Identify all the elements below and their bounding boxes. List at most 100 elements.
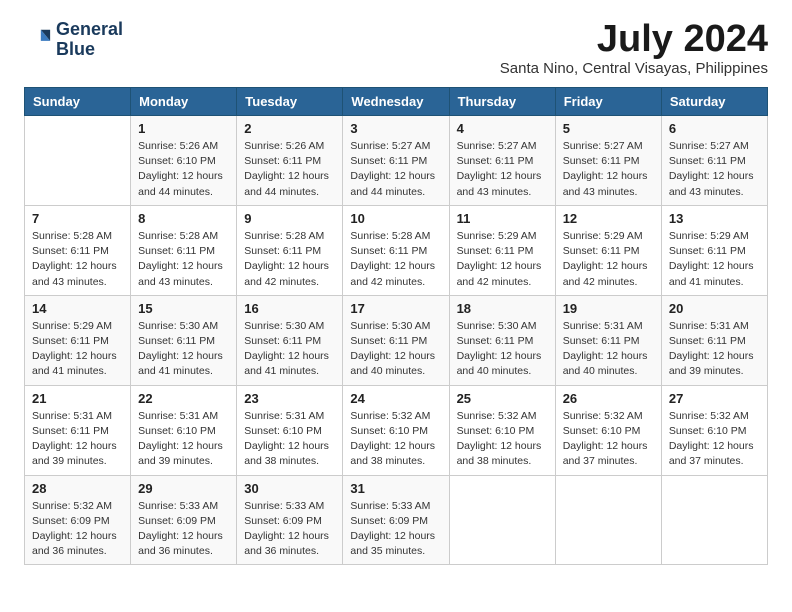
day-info: Sunrise: 5:32 AMSunset: 6:10 PMDaylight:… xyxy=(457,409,548,470)
calendar-cell: 23Sunrise: 5:31 AMSunset: 6:10 PMDayligh… xyxy=(237,385,343,475)
day-number: 6 xyxy=(669,121,760,136)
day-info: Sunrise: 5:32 AMSunset: 6:09 PMDaylight:… xyxy=(32,499,123,560)
day-number: 24 xyxy=(350,391,441,406)
day-number: 28 xyxy=(32,481,123,496)
day-number: 18 xyxy=(457,301,548,316)
calendar-cell: 15Sunrise: 5:30 AMSunset: 6:11 PMDayligh… xyxy=(131,295,237,385)
calendar-cell: 17 Sunrise: 5:30 AMSunset: 6:11 PMDayligh… xyxy=(343,295,449,385)
day-number: 14 xyxy=(32,301,123,316)
day-info: Sunrise: 5:27 AMSunset: 6:11 PMDaylight:… xyxy=(350,139,441,200)
day-info: Sunrise: 5:26 AMSunset: 6:11 PMDaylight:… xyxy=(244,139,335,200)
calendar-cell: 26Sunrise: 5:32 AMSunset: 6:10 PMDayligh… xyxy=(555,385,661,475)
day-info: Sunrise: 5:31 AMSunset: 6:11 PMDaylight:… xyxy=(563,319,654,380)
calendar-cell: 25 Sunrise: 5:32 AMSunset: 6:10 PMDayligh… xyxy=(449,385,555,475)
calendar-cell: 30 Sunrise: 5:33 AMSunset: 6:09 PMDayligh… xyxy=(237,475,343,565)
calendar-week-4: 21Sunrise: 5:31 AMSunset: 6:11 PMDayligh… xyxy=(25,385,768,475)
day-info: Sunrise: 5:27 AMSunset: 6:11 PMDaylight:… xyxy=(563,139,654,200)
calendar-cell: 12 Sunrise: 5:29 AMSunset: 6:11 PMDayligh… xyxy=(555,205,661,295)
day-number: 20 xyxy=(669,301,760,316)
day-info: Sunrise: 5:29 AMSunset: 6:11 PMDaylight:… xyxy=(32,319,123,380)
calendar-week-2: 7 Sunrise: 5:28 AMSunset: 6:11 PMDaylight… xyxy=(25,205,768,295)
day-number: 27 xyxy=(669,391,760,406)
calendar-week-3: 14 Sunrise: 5:29 AMSunset: 6:11 PMDayligh… xyxy=(25,295,768,385)
day-info: Sunrise: 5:27 AMSunset: 6:11 PMDaylight:… xyxy=(669,139,760,200)
day-number: 26 xyxy=(563,391,654,406)
calendar-week-1: 1 Sunrise: 5:26 AMSunset: 6:10 PMDaylight… xyxy=(25,116,768,206)
day-number: 12 xyxy=(563,211,654,226)
calendar-cell: 11 Sunrise: 5:29 AMSunset: 6:11 PMDayligh… xyxy=(449,205,555,295)
day-info: Sunrise: 5:27 AMSunset: 6:11 PMDaylight:… xyxy=(457,139,548,200)
day-info: Sunrise: 5:28 AMSunset: 6:11 PMDaylight:… xyxy=(32,229,123,290)
day-info: Sunrise: 5:33 AMSunset: 6:09 PMDaylight:… xyxy=(350,499,441,560)
month-title: July 2024 xyxy=(500,20,768,58)
calendar-cell: 19 Sunrise: 5:31 AMSunset: 6:11 PMDayligh… xyxy=(555,295,661,385)
calendar-cell: 1 Sunrise: 5:26 AMSunset: 6:10 PMDaylight… xyxy=(131,116,237,206)
header-day-tuesday: Tuesday xyxy=(237,88,343,116)
day-number: 5 xyxy=(563,121,654,136)
header-day-saturday: Saturday xyxy=(661,88,767,116)
calendar-cell: 14 Sunrise: 5:29 AMSunset: 6:11 PMDayligh… xyxy=(25,295,131,385)
calendar-cell: 24 Sunrise: 5:32 AMSunset: 6:10 PMDayligh… xyxy=(343,385,449,475)
calendar-cell: 6 Sunrise: 5:27 AMSunset: 6:11 PMDaylight… xyxy=(661,116,767,206)
calendar-cell: 2Sunrise: 5:26 AMSunset: 6:11 PMDaylight… xyxy=(237,116,343,206)
day-info: Sunrise: 5:28 AMSunset: 6:11 PMDaylight:… xyxy=(244,229,335,290)
day-info: Sunrise: 5:29 AMSunset: 6:11 PMDaylight:… xyxy=(669,229,760,290)
day-number: 9 xyxy=(244,211,335,226)
calendar-cell: 4 Sunrise: 5:27 AMSunset: 6:11 PMDaylight… xyxy=(449,116,555,206)
title-area: July 2024 Santa Nino, Central Visayas, P… xyxy=(500,20,768,77)
day-info: Sunrise: 5:29 AMSunset: 6:11 PMDaylight:… xyxy=(563,229,654,290)
day-number: 4 xyxy=(457,121,548,136)
calendar-cell: 21Sunrise: 5:31 AMSunset: 6:11 PMDayligh… xyxy=(25,385,131,475)
calendar-cell: 20 Sunrise: 5:31 AMSunset: 6:11 PMDayligh… xyxy=(661,295,767,385)
day-info: Sunrise: 5:31 AMSunset: 6:11 PMDaylight:… xyxy=(32,409,123,470)
day-info: Sunrise: 5:32 AMSunset: 6:10 PMDaylight:… xyxy=(669,409,760,470)
calendar-cell: 22 Sunrise: 5:31 AMSunset: 6:10 PMDayligh… xyxy=(131,385,237,475)
day-number: 8 xyxy=(138,211,229,226)
calendar-cell: 28 Sunrise: 5:32 AMSunset: 6:09 PMDayligh… xyxy=(25,475,131,565)
day-number: 10 xyxy=(350,211,441,226)
day-number: 1 xyxy=(138,121,229,136)
day-number: 22 xyxy=(138,391,229,406)
day-number: 16 xyxy=(244,301,335,316)
day-info: Sunrise: 5:29 AMSunset: 6:11 PMDaylight:… xyxy=(457,229,548,290)
day-number: 29 xyxy=(138,481,229,496)
calendar-cell: 31Sunrise: 5:33 AMSunset: 6:09 PMDayligh… xyxy=(343,475,449,565)
day-number: 7 xyxy=(32,211,123,226)
day-info: Sunrise: 5:31 AMSunset: 6:11 PMDaylight:… xyxy=(669,319,760,380)
calendar-cell: 10 Sunrise: 5:28 AMSunset: 6:11 PMDayligh… xyxy=(343,205,449,295)
logo: General Blue xyxy=(24,20,123,60)
day-info: Sunrise: 5:28 AMSunset: 6:11 PMDaylight:… xyxy=(350,229,441,290)
day-info: Sunrise: 5:30 AMSunset: 6:11 PMDaylight:… xyxy=(244,319,335,380)
day-info: Sunrise: 5:33 AMSunset: 6:09 PMDaylight:… xyxy=(244,499,335,560)
calendar-cell: 13Sunrise: 5:29 AMSunset: 6:11 PMDayligh… xyxy=(661,205,767,295)
calendar-cell: 27 Sunrise: 5:32 AMSunset: 6:10 PMDayligh… xyxy=(661,385,767,475)
calendar-cell: 16 Sunrise: 5:30 AMSunset: 6:11 PMDayligh… xyxy=(237,295,343,385)
day-number: 3 xyxy=(350,121,441,136)
header-day-monday: Monday xyxy=(131,88,237,116)
day-number: 25 xyxy=(457,391,548,406)
day-info: Sunrise: 5:31 AMSunset: 6:10 PMDaylight:… xyxy=(138,409,229,470)
header-day-friday: Friday xyxy=(555,88,661,116)
day-number: 19 xyxy=(563,301,654,316)
calendar-cell xyxy=(555,475,661,565)
calendar-cell: 3 Sunrise: 5:27 AMSunset: 6:11 PMDaylight… xyxy=(343,116,449,206)
day-number: 17 xyxy=(350,301,441,316)
day-info: Sunrise: 5:32 AMSunset: 6:10 PMDaylight:… xyxy=(350,409,441,470)
day-info: Sunrise: 5:30 AMSunset: 6:11 PMDaylight:… xyxy=(350,319,441,380)
header-day-wednesday: Wednesday xyxy=(343,88,449,116)
logo-icon xyxy=(24,26,52,54)
day-info: Sunrise: 5:26 AMSunset: 6:10 PMDaylight:… xyxy=(138,139,229,200)
day-info: Sunrise: 5:30 AMSunset: 6:11 PMDaylight:… xyxy=(457,319,548,380)
calendar-header-row: SundayMondayTuesdayWednesdayThursdayFrid… xyxy=(25,88,768,116)
day-number: 11 xyxy=(457,211,548,226)
calendar-table: SundayMondayTuesdayWednesdayThursdayFrid… xyxy=(24,87,768,565)
page-header: General Blue July 2024 Santa Nino, Centr… xyxy=(24,20,768,77)
calendar-week-5: 28 Sunrise: 5:32 AMSunset: 6:09 PMDayligh… xyxy=(25,475,768,565)
calendar-cell: 18 Sunrise: 5:30 AMSunset: 6:11 PMDayligh… xyxy=(449,295,555,385)
header-day-sunday: Sunday xyxy=(25,88,131,116)
calendar-cell: 8Sunrise: 5:28 AMSunset: 6:11 PMDaylight… xyxy=(131,205,237,295)
location-subtitle: Santa Nino, Central Visayas, Philippines xyxy=(500,60,768,77)
day-number: 23 xyxy=(244,391,335,406)
calendar-cell: 29Sunrise: 5:33 AMSunset: 6:09 PMDayligh… xyxy=(131,475,237,565)
day-number: 30 xyxy=(244,481,335,496)
